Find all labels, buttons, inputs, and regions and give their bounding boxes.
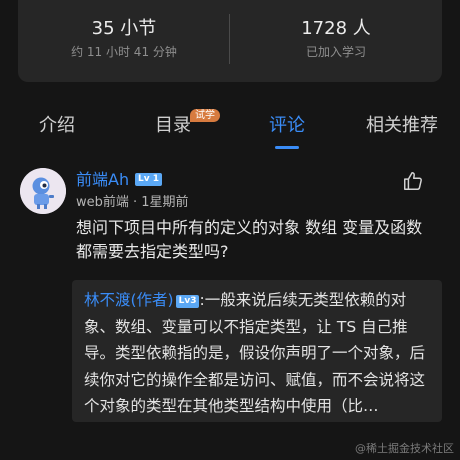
course-tabs: 介绍 目录 试学 评论 相关推荐 [0, 106, 460, 152]
author-reply[interactable]: 林不渡(作者) Lv3:一般来说后续无类型依赖的对象、数组、变量可以不指定类型，让… [72, 280, 442, 422]
reply-level-badge: Lv3 [175, 295, 200, 308]
course-stats-card: 35 小节 约 11 小时 41 分钟 1728 人 已加入学习 [18, 0, 442, 82]
learners-count: 1728 人 [301, 18, 371, 39]
comment-text: 想问下项目中所有的定义的对象 数组 变量及函数都需要去指定类型吗? [76, 218, 423, 261]
reply-content: 林不渡(作者) Lv3:一般来说后续无类型依赖的对象、数组、变量可以不指定类型，让… [84, 287, 436, 420]
watermark: @稀土掘金技术社区 [355, 442, 454, 455]
level-badge: Lv 1 [135, 173, 162, 186]
robot-avatar-icon [20, 168, 66, 214]
learners-stat: 1728 人 已加入学习 [230, 18, 442, 60]
course-duration: 约 11 小时 41 分钟 [71, 45, 177, 59]
lessons-count: 35 小节 [91, 18, 157, 39]
comment-author[interactable]: 前端Ah [76, 169, 129, 191]
thumbs-up-icon[interactable] [402, 170, 424, 192]
lessons-stat: 35 小节 约 11 小时 41 分钟 [18, 18, 230, 60]
tab-related[interactable]: 相关推荐 [366, 114, 438, 138]
reply-author[interactable]: 林不渡(作者) [84, 291, 174, 309]
trial-badge: 试学 [190, 109, 220, 122]
avatar[interactable] [20, 168, 66, 214]
tab-comments[interactable]: 评论 [269, 114, 305, 138]
active-tab-indicator [275, 146, 299, 149]
tab-intro[interactable]: 介绍 [39, 114, 75, 138]
reply-text: :一般来说后续无类型依赖的对象、数组、变量可以不指定类型，让 TS 自己推导。类… [84, 291, 426, 415]
learners-label: 已加入学习 [305, 45, 366, 59]
tab-catalog[interactable]: 目录 [155, 114, 191, 138]
comment-meta: web前端 · 1星期前 [76, 195, 189, 210]
